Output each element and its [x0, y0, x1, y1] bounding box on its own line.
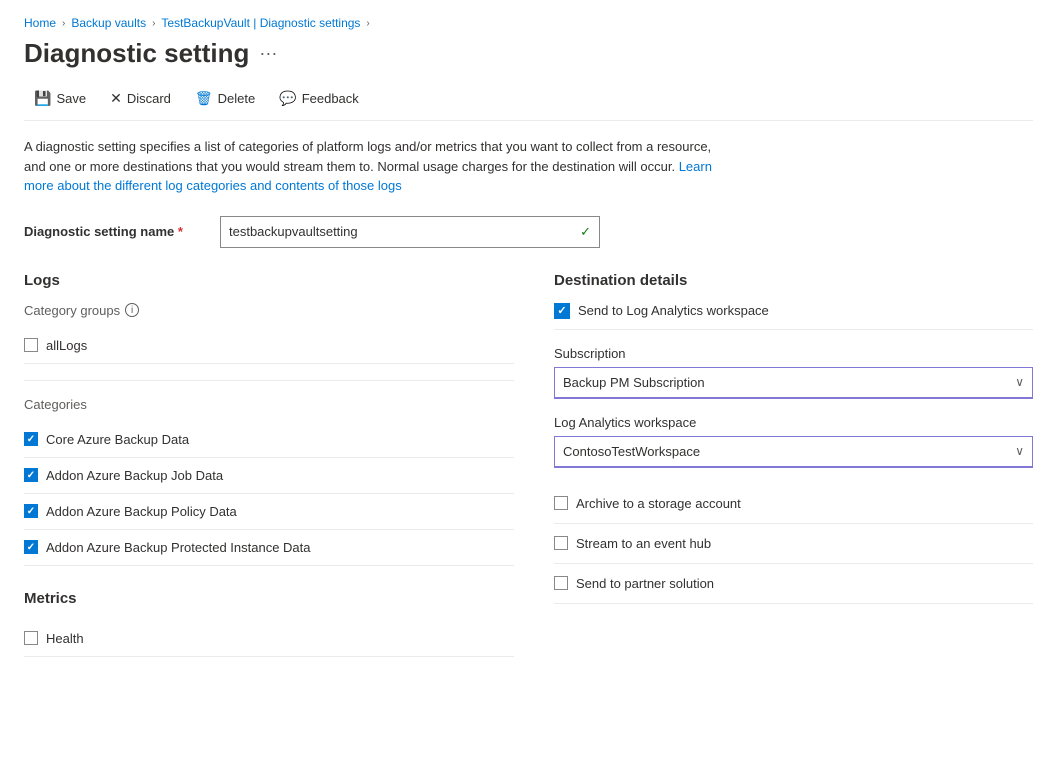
discard-icon: ✕	[110, 90, 122, 107]
delete-icon: 🗑	[195, 90, 213, 107]
category-label-3: Addon Azure Backup Protected Instance Da…	[46, 540, 311, 555]
description-text-1: A diagnostic setting specifies a list of…	[24, 139, 711, 174]
save-icon: 💾	[34, 90, 51, 107]
category-label-2: Addon Azure Backup Policy Data	[46, 504, 237, 519]
partner-solution-checkbox[interactable]	[554, 576, 568, 590]
category-row-1: Addon Azure Backup Job Data	[24, 458, 514, 494]
category-groups-text: Category groups	[24, 303, 120, 318]
category-row-2: Addon Azure Backup Policy Data	[24, 494, 514, 530]
workspace-label: Log Analytics workspace	[554, 415, 1033, 430]
partner-solution-row: Send to partner solution	[554, 564, 1033, 604]
archive-storage-checkbox[interactable]	[554, 496, 568, 510]
subscription-value: Backup PM Subscription	[563, 375, 705, 390]
archive-storage-label: Archive to a storage account	[576, 496, 741, 511]
category-checkbox-0[interactable]	[24, 432, 38, 446]
subscription-dropdown[interactable]: Backup PM Subscription ∨	[554, 367, 1033, 399]
logs-divider	[24, 380, 514, 381]
field-label: Diagnostic setting name *	[24, 224, 204, 239]
category-checkbox-1[interactable]	[24, 468, 38, 482]
event-hub-row: Stream to an event hub	[554, 524, 1033, 564]
category-checkbox-2[interactable]	[24, 504, 38, 518]
required-marker: *	[178, 224, 183, 239]
subscription-group: Subscription Backup PM Subscription ∨	[554, 346, 1033, 399]
page-title-ellipsis: ···	[259, 43, 277, 64]
discard-label: Discard	[127, 91, 171, 106]
log-analytics-checkbox[interactable]	[554, 303, 570, 319]
category-label-0: Core Azure Backup Data	[46, 432, 189, 447]
log-analytics-label: Send to Log Analytics workspace	[578, 303, 769, 318]
category-row-3: Addon Azure Backup Protected Instance Da…	[24, 530, 514, 566]
page-title: Diagnostic setting ···	[24, 38, 1033, 69]
breadcrumb-current: TestBackupVault | Diagnostic settings	[161, 16, 360, 30]
log-analytics-row: Send to Log Analytics workspace	[554, 303, 1033, 330]
allLogs-checkbox[interactable]	[24, 338, 38, 352]
destination-section-title: Destination details	[554, 272, 1033, 289]
breadcrumb-sep-1: ›	[62, 18, 65, 29]
workspace-chevron-icon: ∨	[1015, 444, 1024, 458]
logs-section-title: Logs	[24, 272, 514, 289]
feedback-button[interactable]: 💬 Feedback	[269, 85, 369, 112]
field-label-text: Diagnostic setting name	[24, 224, 174, 239]
breadcrumb-home[interactable]: Home	[24, 16, 56, 30]
metrics-section-title: Metrics	[24, 590, 514, 607]
event-hub-label: Stream to an event hub	[576, 536, 711, 551]
diagnostic-setting-name-row: Diagnostic setting name * testbackupvaul…	[24, 216, 1033, 248]
breadcrumb-backup-vaults[interactable]: Backup vaults	[71, 16, 146, 30]
breadcrumb-sep-2: ›	[152, 18, 155, 29]
allLogs-row: allLogs	[24, 328, 514, 364]
right-column: Destination details Send to Log Analytic…	[554, 272, 1033, 657]
health-row: Health	[24, 621, 514, 657]
delete-button[interactable]: 🗑 Delete	[185, 85, 265, 112]
breadcrumb: Home › Backup vaults › TestBackupVault |…	[24, 16, 1033, 30]
save-label: Save	[56, 91, 86, 106]
feedback-label: Feedback	[302, 91, 359, 106]
workspace-dropdown[interactable]: ContosoTestWorkspace ∨	[554, 436, 1033, 468]
field-value: testbackupvaultsetting	[229, 224, 358, 239]
categories-section: Categories Core Azure Backup Data Addon …	[24, 397, 514, 566]
main-content: Logs Category groups i allLogs Categorie…	[24, 272, 1033, 657]
feedback-icon: 💬	[279, 90, 296, 107]
metrics-section: Metrics Health	[24, 590, 514, 657]
subscription-chevron-icon: ∨	[1015, 375, 1024, 389]
info-icon[interactable]: i	[125, 303, 139, 317]
description-text: A diagnostic setting specifies a list of…	[24, 137, 724, 196]
save-button[interactable]: 💾 Save	[24, 85, 96, 112]
workspace-group: Log Analytics workspace ContosoTestWorks…	[554, 415, 1033, 468]
workspace-value: ContosoTestWorkspace	[563, 444, 700, 459]
field-check-icon: ✓	[580, 224, 591, 240]
discard-button[interactable]: ✕ Discard	[100, 85, 181, 112]
allLogs-label: allLogs	[46, 338, 87, 353]
health-label: Health	[46, 631, 84, 646]
page-container: Home › Backup vaults › TestBackupVault |…	[0, 0, 1057, 673]
categories-title: Categories	[24, 397, 514, 412]
category-groups-label: Category groups i	[24, 303, 514, 318]
left-column: Logs Category groups i allLogs Categorie…	[24, 272, 514, 657]
diagnostic-setting-name-input[interactable]: testbackupvaultsetting ✓	[220, 216, 600, 248]
category-row-0: Core Azure Backup Data	[24, 422, 514, 458]
breadcrumb-sep-3: ›	[366, 18, 369, 29]
archive-storage-row: Archive to a storage account	[554, 484, 1033, 524]
partner-solution-label: Send to partner solution	[576, 576, 714, 591]
event-hub-checkbox[interactable]	[554, 536, 568, 550]
category-checkbox-3[interactable]	[24, 540, 38, 554]
page-title-text: Diagnostic setting	[24, 38, 249, 69]
delete-label: Delete	[218, 91, 256, 106]
toolbar: 💾 Save ✕ Discard 🗑 Delete 💬 Feedback	[24, 85, 1033, 121]
category-label-1: Addon Azure Backup Job Data	[46, 468, 223, 483]
health-checkbox[interactable]	[24, 631, 38, 645]
subscription-label: Subscription	[554, 346, 1033, 361]
